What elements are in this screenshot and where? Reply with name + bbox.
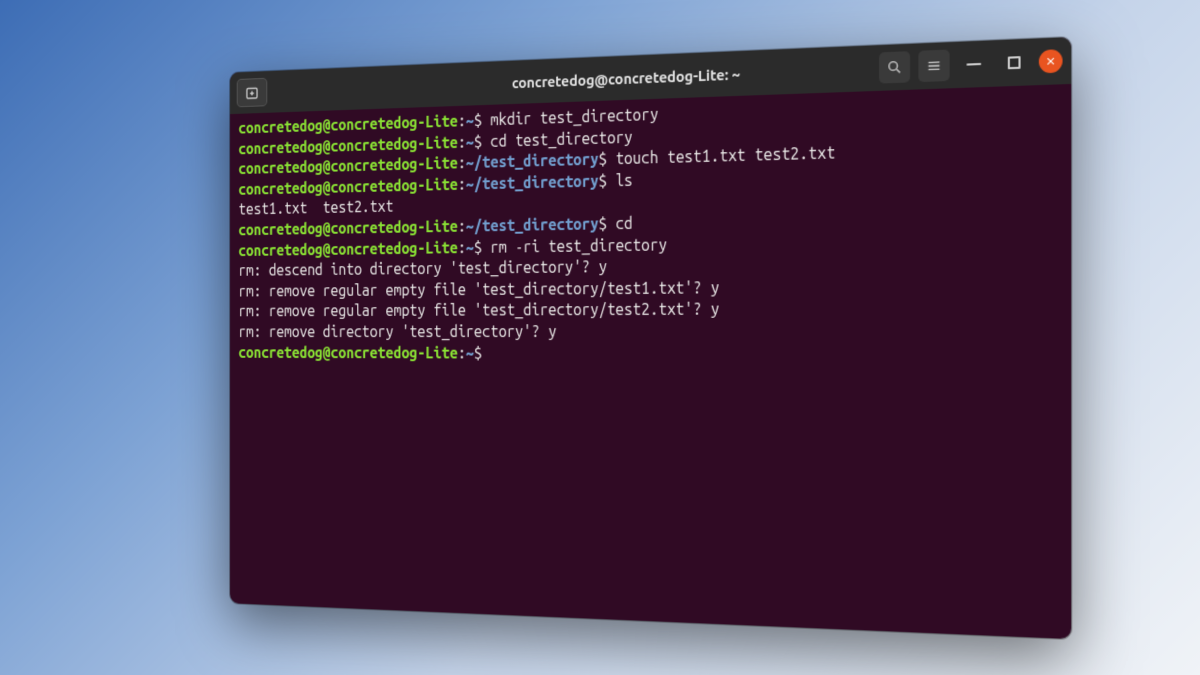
prompt-path: ~ — [466, 344, 474, 362]
close-icon — [1045, 55, 1056, 66]
prompt-colon: : — [458, 344, 466, 362]
command-text: cd — [616, 214, 633, 232]
command-text: rm -ri test_directory — [490, 235, 667, 255]
search-button[interactable] — [879, 51, 910, 83]
prompt-user-host: concretedog@concretedog-Lite — [238, 239, 457, 259]
prompt-user-host: concretedog@concretedog-Lite — [238, 112, 457, 137]
hamburger-icon — [926, 57, 943, 74]
output-text: rm: remove regular empty file 'test_dire… — [238, 300, 719, 320]
minimize-button[interactable] — [958, 47, 990, 80]
terminal-window: concretedog@concretedog-Lite: ~ — [230, 36, 1071, 638]
menu-button[interactable] — [918, 49, 949, 82]
maximize-button[interactable] — [998, 46, 1030, 79]
command-text: cd test_directory — [490, 128, 632, 150]
command-text: ls — [616, 171, 633, 189]
prompt-sigil: $ — [599, 150, 616, 168]
prompt-sigil: $ — [474, 132, 490, 150]
prompt-colon: : — [458, 175, 466, 193]
terminal-body[interactable]: concretedog@concretedog-Lite:~$ mkdir te… — [230, 83, 1071, 638]
minimize-icon — [966, 62, 981, 65]
window-controls — [879, 44, 1062, 83]
prompt-path: ~/test_directory — [466, 172, 599, 193]
prompt-colon: : — [458, 238, 466, 256]
prompt-sigil: $ — [474, 238, 490, 256]
prompt-path: ~ — [466, 133, 474, 151]
prompt-path: ~ — [466, 112, 474, 130]
terminal-line: rm: remove directory 'test_directory'? y — [238, 320, 1060, 343]
new-tab-icon — [244, 83, 259, 101]
prompt-sigil: $ — [474, 344, 490, 362]
prompt-colon: : — [458, 112, 466, 130]
output-text: test1.txt test2.txt — [238, 198, 393, 218]
prompt-user-host: concretedog@concretedog-Lite — [238, 218, 457, 239]
prompt-path: ~/test_directory — [466, 150, 599, 171]
prompt-path: ~ — [466, 238, 474, 256]
prompt-path: ~/test_directory — [466, 215, 599, 235]
output-text: rm: remove directory 'test_directory'? y — [238, 323, 556, 341]
new-tab-button[interactable] — [237, 77, 268, 107]
terminal-line: concretedog@concretedog-Lite:~$ — [238, 343, 1060, 367]
prompt-colon: : — [458, 133, 466, 151]
terminal-line: rm: remove regular empty file 'test_dire… — [238, 297, 1060, 322]
prompt-user-host: concretedog@concretedog-Lite — [238, 344, 457, 362]
search-icon — [886, 58, 903, 75]
close-button[interactable] — [1039, 49, 1063, 73]
prompt-sigil: $ — [599, 215, 616, 233]
prompt-colon: : — [458, 154, 466, 172]
prompt-sigil: $ — [474, 111, 490, 129]
output-text: rm: remove regular empty file 'test_dire… — [238, 278, 719, 299]
output-text: rm: descend into directory 'test_directo… — [238, 258, 607, 279]
command-text: mkdir test_directory — [490, 105, 658, 128]
prompt-colon: : — [458, 217, 466, 235]
maximize-icon — [1008, 56, 1021, 69]
prompt-sigil: $ — [599, 171, 616, 189]
